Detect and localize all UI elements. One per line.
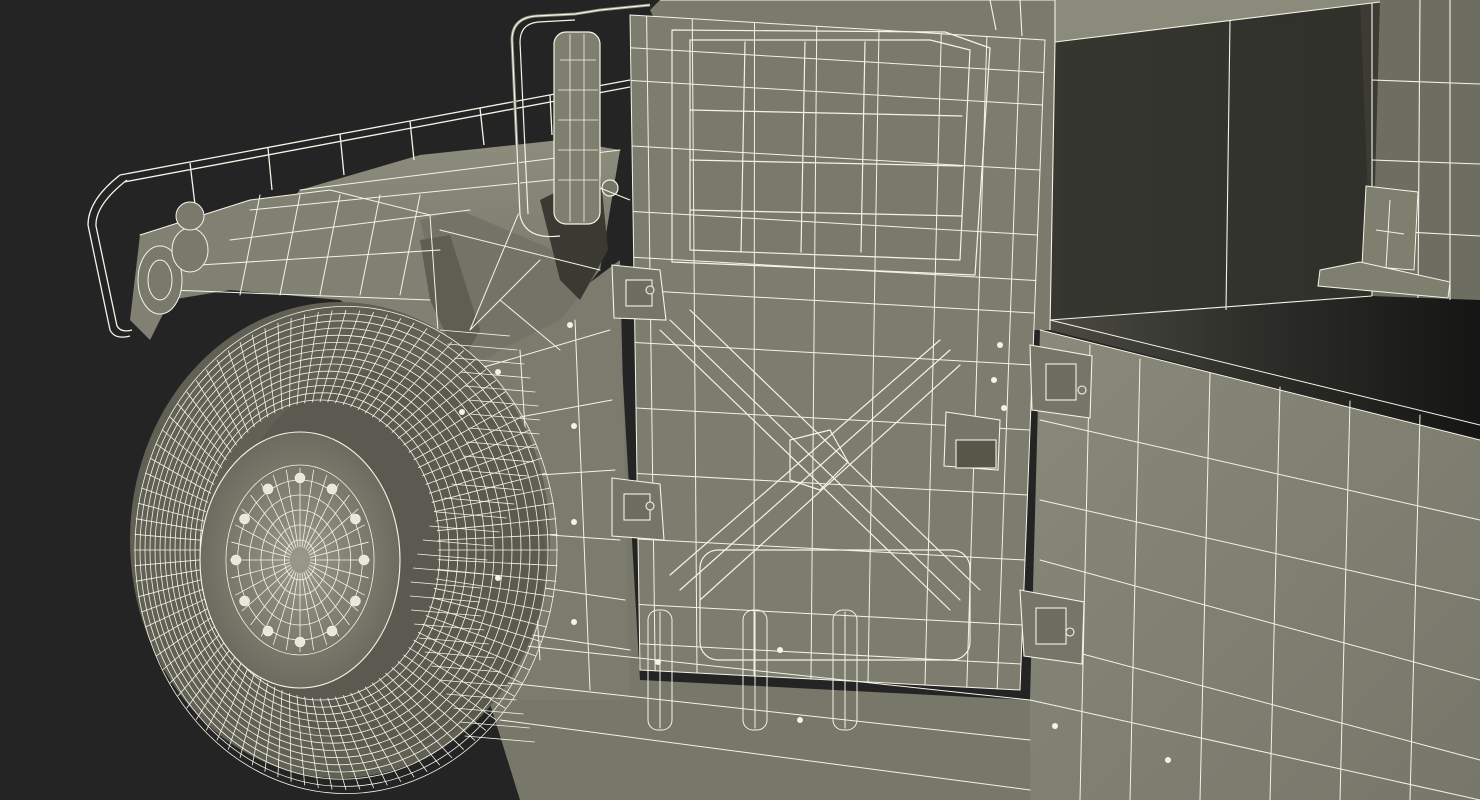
rivet [567, 322, 573, 328]
rivet [571, 519, 577, 525]
lug-nut [294, 636, 306, 648]
lug-nut [239, 513, 250, 525]
door-handle [943, 411, 1001, 471]
door-hinge-icon [611, 477, 665, 541]
lug-nut [350, 595, 361, 607]
rivet [459, 409, 465, 415]
rivet [495, 369, 501, 375]
rivet [991, 377, 997, 383]
lug-nut [230, 554, 242, 566]
lug-nut [239, 595, 250, 607]
lug-nut [326, 483, 338, 495]
rivet [777, 647, 783, 653]
rivet [797, 717, 803, 723]
lug-nut [350, 513, 361, 525]
humvee-wireframe-scene [0, 0, 1480, 800]
rivet [571, 619, 577, 625]
rivet [997, 342, 1003, 348]
rivet [495, 575, 501, 581]
lug-nut [294, 472, 306, 484]
lug-nut [262, 483, 274, 495]
rivet [1165, 757, 1171, 763]
door [630, 15, 1045, 690]
render-viewport [0, 0, 1480, 800]
rivet [1001, 405, 1007, 411]
door-hinge-icon [1029, 344, 1093, 419]
door-hinge-icon [1019, 589, 1085, 665]
door-hinge-icon [611, 264, 667, 321]
lug-nut [358, 554, 370, 566]
rivet [571, 423, 577, 429]
lug-nut [326, 625, 338, 637]
rivet [1052, 723, 1058, 729]
lug-nut [262, 625, 274, 637]
rivet [655, 659, 661, 665]
